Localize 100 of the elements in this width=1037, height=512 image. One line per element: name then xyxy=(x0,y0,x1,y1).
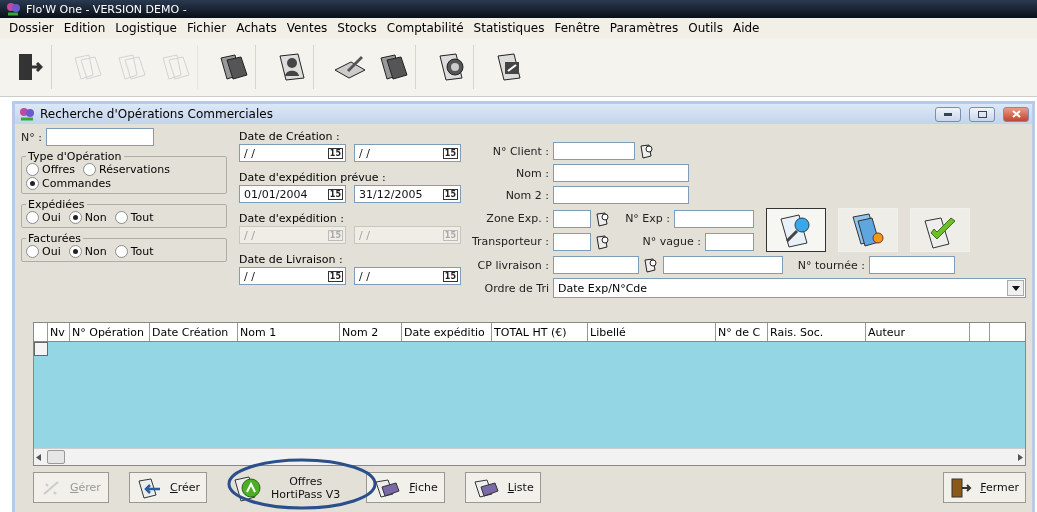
menu-item[interactable]: Fichier xyxy=(181,21,232,35)
dropdown-arrow-button[interactable] xyxy=(1007,280,1024,296)
text-field[interactable] xyxy=(553,186,689,204)
folder-icon xyxy=(373,476,402,499)
action-button[interactable] xyxy=(766,208,826,252)
date-field[interactable]: 01/01/2004 15 xyxy=(239,185,346,203)
text-field[interactable] xyxy=(45,128,154,146)
lookup-icon xyxy=(595,233,611,250)
text-field[interactable] xyxy=(553,142,635,160)
menu-item[interactable]: Outils xyxy=(683,21,728,35)
scroll-thumb[interactable] xyxy=(47,450,65,464)
folder-icon xyxy=(377,52,410,82)
radio-option[interactable]: Non xyxy=(68,245,107,258)
field-label: Nom 2 : xyxy=(504,188,549,202)
column-header[interactable]: Date Création xyxy=(150,323,238,341)
maximize-button[interactable] xyxy=(969,106,995,122)
menu-item[interactable]: Aide xyxy=(727,21,765,35)
column-header[interactable]: Auteur xyxy=(866,323,970,341)
group-title: Expédiées xyxy=(27,198,86,211)
menu-item[interactable]: Logistique xyxy=(110,21,182,35)
field-label: Date d'expédition prévue : xyxy=(239,171,387,184)
menu-item[interactable]: Achats xyxy=(231,21,282,35)
text-field[interactable] xyxy=(553,256,639,274)
minimize-icon xyxy=(944,112,952,116)
radio-option[interactable]: Commandes xyxy=(26,177,112,190)
text-field[interactable] xyxy=(674,209,754,228)
menu-item[interactable]: Statistiques xyxy=(468,21,550,35)
flower-icon xyxy=(19,107,35,121)
create-button[interactable]: Créer xyxy=(129,472,208,503)
group-title: Facturées xyxy=(27,232,82,245)
horizontal-scrollbar[interactable] xyxy=(34,448,1025,465)
field-label: Date de Livraison : xyxy=(239,253,344,266)
text-field[interactable] xyxy=(553,164,689,182)
date-field[interactable]: 31/12/2005 15 xyxy=(354,185,461,203)
folder-icon xyxy=(72,52,104,82)
field-label: N° Client : xyxy=(491,144,549,158)
column-header[interactable]: Date expéditio xyxy=(402,323,492,341)
radio-option[interactable]: Offres xyxy=(26,163,76,176)
right-arrow-icon xyxy=(1018,453,1023,461)
field-label: Date de Création : xyxy=(239,130,341,143)
row-selector[interactable] xyxy=(34,342,48,356)
document-dot-icon xyxy=(849,211,887,249)
close-button[interactable] xyxy=(1003,106,1029,122)
field-label: CP livraison : xyxy=(476,258,549,272)
menu-item[interactable]: Comptabilité xyxy=(381,21,469,35)
lookup-icon xyxy=(639,143,655,159)
app-title: Flo'W One - VERSION DEMO - xyxy=(26,2,187,16)
column-header[interactable]: Nom 2 xyxy=(340,323,402,341)
column-header[interactable]: Libellé xyxy=(588,323,716,341)
field-label: N° vague : xyxy=(641,235,701,248)
radio-option[interactable]: Non xyxy=(68,211,107,224)
date-field[interactable]: / / 15 xyxy=(354,267,461,285)
menu-item[interactable]: Fenêtre xyxy=(549,21,605,35)
text-field[interactable] xyxy=(663,256,783,274)
folder-icon xyxy=(159,52,192,82)
minimize-button[interactable] xyxy=(935,106,961,122)
text-field[interactable] xyxy=(705,232,754,251)
sheet-button[interactable]: Fiche xyxy=(366,472,445,503)
caret-icon xyxy=(1011,285,1020,291)
exit-door-icon xyxy=(16,52,43,82)
radio-option[interactable]: Tout xyxy=(114,211,154,224)
field-label: Ordre de Tri xyxy=(483,281,549,295)
menu-item[interactable]: Dossier xyxy=(4,21,59,35)
menu-item[interactable]: Ventes xyxy=(281,21,333,35)
column-header[interactable]: N° Opération xyxy=(70,323,150,341)
date-field[interactable]: / / 15 xyxy=(239,267,346,285)
radio-option[interactable]: Oui xyxy=(26,245,61,258)
radio-option[interactable]: Réservations xyxy=(83,163,171,176)
text-field[interactable] xyxy=(553,209,591,228)
column-header[interactable]: Nv xyxy=(48,323,70,341)
field-label: N° tournée : xyxy=(796,258,865,272)
text-field[interactable] xyxy=(553,232,591,251)
left-arrow-icon xyxy=(36,453,41,461)
list-button[interactable]: Liste xyxy=(464,472,541,503)
radio-option[interactable]: Tout xyxy=(114,245,154,258)
column-header[interactable]: Rais. Soc. xyxy=(768,323,866,341)
column-header[interactable]: TOTAL HT (€) xyxy=(492,323,588,341)
window-title: Recherche d'Opérations Commerciales xyxy=(40,107,274,121)
column-header[interactable]: Nom 1 xyxy=(238,323,340,341)
flower-icon xyxy=(6,2,20,16)
exit-door-icon xyxy=(950,476,973,499)
menu-item[interactable]: Stocks xyxy=(332,21,382,35)
maximize-icon xyxy=(977,110,987,118)
group-title: Type d'Opération xyxy=(27,150,123,163)
field-label: Zone Exp. : xyxy=(485,212,549,225)
radio-option[interactable]: Oui xyxy=(26,211,61,224)
menu-item[interactable]: Edition xyxy=(58,21,111,35)
column-header[interactable]: N° de C xyxy=(716,323,768,341)
date-field[interactable]: / / 15 xyxy=(239,144,346,162)
sort-dropdown[interactable]: Date Exp/N°Cde xyxy=(553,278,1026,298)
menu-item[interactable]: Paramètres xyxy=(604,21,684,35)
folder-icon xyxy=(471,476,500,499)
folder-icon xyxy=(217,52,250,82)
field-label: Transporteur : xyxy=(471,235,549,248)
text-field[interactable] xyxy=(869,256,955,274)
date-field[interactable]: / / 15 xyxy=(354,144,461,162)
close-button[interactable]: Fermer xyxy=(943,472,1026,503)
field-label: N° : xyxy=(21,130,42,144)
folder-icon xyxy=(116,52,148,82)
person-icon xyxy=(276,52,307,82)
